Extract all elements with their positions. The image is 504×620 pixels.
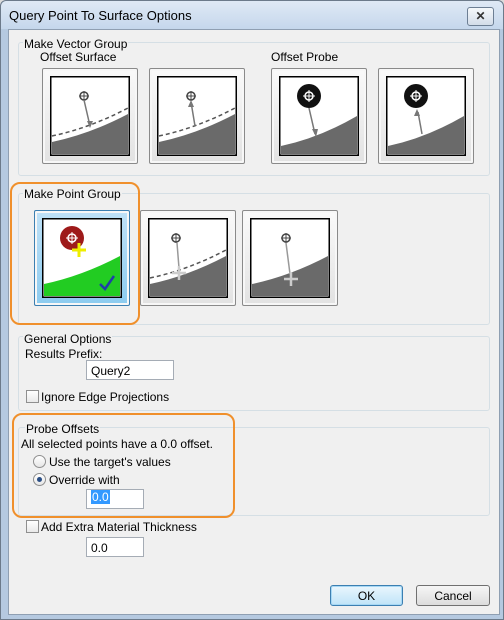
- ok-button[interactable]: OK: [330, 585, 403, 606]
- general-options-label: General Options: [23, 332, 113, 346]
- point-on-surface-icon: [42, 218, 122, 298]
- vector-group-label: Make Vector Group: [23, 37, 129, 51]
- point-offset-surface-icon: [148, 218, 228, 298]
- use-target-radio[interactable]: [33, 455, 46, 468]
- close-icon: ✕: [475, 9, 486, 23]
- offset-probe-from-surface-tile[interactable]: [378, 68, 474, 164]
- offset-surface-from-surface-icon: [157, 76, 237, 156]
- override-label: Override with: [49, 473, 120, 487]
- extra-material-checkbox[interactable]: [26, 520, 39, 533]
- dialog-title: Query Point To Surface Options: [9, 8, 192, 23]
- override-value-input[interactable]: 0.0: [86, 489, 144, 509]
- extra-material-label: Add Extra Material Thickness: [41, 520, 197, 534]
- offset-probe-label: Offset Probe: [271, 50, 339, 64]
- offset-surface-label: Offset Surface: [40, 50, 117, 64]
- cancel-button[interactable]: Cancel: [416, 585, 490, 606]
- close-button[interactable]: ✕: [467, 7, 494, 26]
- offset-probe-to-surface-tile[interactable]: [271, 68, 367, 164]
- ignore-edge-label: Ignore Edge Projections: [41, 390, 170, 404]
- offset-surface-to-surface-tile[interactable]: [42, 68, 138, 164]
- point-on-surface-tile[interactable]: [34, 210, 130, 306]
- override-radio[interactable]: [33, 473, 46, 486]
- dialog-client-area: Make Vector Group Offset Surface Offset …: [8, 29, 500, 615]
- point-along-vector-icon: [250, 218, 330, 298]
- results-prefix-input[interactable]: Query2: [86, 360, 174, 380]
- offset-surface-from-surface-tile[interactable]: [149, 68, 245, 164]
- offset-probe-from-surface-icon: [386, 76, 466, 156]
- extra-material-input[interactable]: 0.0: [86, 537, 144, 557]
- offset-surface-to-surface-icon: [50, 76, 130, 156]
- point-along-vector-tile[interactable]: [242, 210, 338, 306]
- ignore-edge-checkbox[interactable]: [26, 390, 39, 403]
- results-prefix-label: Results Prefix:: [25, 347, 103, 361]
- override-value-selected-text: 0.0: [91, 490, 110, 504]
- point-offset-surface-tile[interactable]: [140, 210, 236, 306]
- use-target-label: Use the target's values: [49, 455, 171, 469]
- title-bar[interactable]: Query Point To Surface Options ✕: [1, 1, 503, 29]
- dialog-window: Query Point To Surface Options ✕ Make Ve…: [0, 0, 504, 620]
- probe-offsets-info: All selected points have a 0.0 offset.: [21, 437, 213, 451]
- offset-probe-to-surface-icon: [279, 76, 359, 156]
